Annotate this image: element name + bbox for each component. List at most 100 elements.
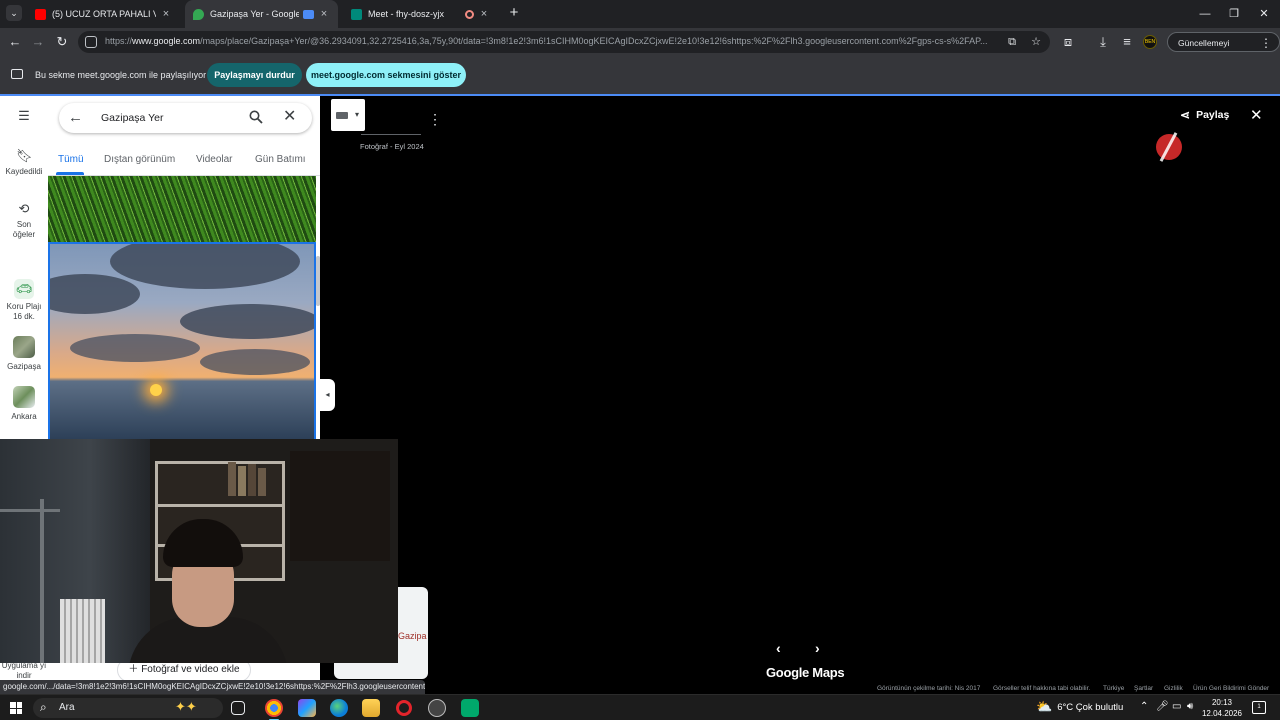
map-place-label: Gazipa bbox=[398, 631, 427, 641]
close-tab-icon[interactable]: × bbox=[478, 8, 490, 20]
tab-google-maps[interactable]: Gazipaşa Yer - Google Harit × bbox=[185, 0, 338, 28]
recent-place-koru[interactable]: 🚗︎ Koru Plajı 16 dk. bbox=[0, 279, 48, 322]
tab-title: Gazipaşa Yer - Google Harit bbox=[210, 9, 299, 19]
volume-icon[interactable]: 🔊︎ bbox=[1187, 701, 1193, 712]
update-button[interactable]: Güncellemeyi tamamla⋮ bbox=[1167, 32, 1280, 68]
back-button[interactable]: ← bbox=[5, 32, 25, 52]
photo-thumbnail-sunset-selected[interactable] bbox=[48, 242, 316, 442]
terms-link[interactable]: Şartlar bbox=[1134, 685, 1153, 692]
search-input[interactable]: Gazipaşa Yer bbox=[101, 112, 163, 124]
recent-place-ankara[interactable]: Ankara bbox=[0, 386, 48, 422]
site-info-icon[interactable] bbox=[85, 36, 97, 48]
obs-icon[interactable] bbox=[428, 699, 446, 717]
cloud-shape bbox=[200, 349, 310, 375]
media-control-icon[interactable]: ≡ bbox=[1117, 32, 1137, 52]
saved-label: Kaydedildi bbox=[5, 167, 43, 176]
meet-app-icon[interactable] bbox=[461, 699, 479, 717]
tab-exterior[interactable]: Dıştan görünüm bbox=[104, 154, 175, 165]
close-viewer-icon[interactable]: ✕ bbox=[1250, 106, 1263, 124]
cloud-shape bbox=[70, 334, 200, 362]
new-tab-button[interactable]: + bbox=[505, 4, 523, 22]
meet-icon bbox=[351, 8, 362, 20]
copilot-icon[interactable] bbox=[298, 699, 316, 717]
close-window-button[interactable]: ✕ bbox=[1249, 0, 1279, 28]
extensions-icon[interactable]: ⧈ bbox=[1058, 32, 1078, 52]
edge-icon[interactable] bbox=[330, 699, 348, 717]
close-icon[interactable]: ✕ bbox=[283, 107, 296, 127]
privacy-link[interactable]: Gizlilik bbox=[1164, 685, 1183, 692]
tab-youtube[interactable]: (5) UCUZ ORTA PAHALI VE ULTR × bbox=[27, 0, 180, 28]
collapse-panel-button[interactable]: ◂ bbox=[320, 379, 335, 411]
previous-photo-button[interactable]: ‹ bbox=[776, 640, 781, 656]
search-box[interactable]: ← Gazipaşa Yer ✕ bbox=[59, 103, 312, 133]
tab-videos[interactable]: Videolar bbox=[196, 154, 233, 165]
sharing-indicator-icon bbox=[303, 9, 314, 19]
bookmark-star-icon[interactable]: ☆ bbox=[1028, 35, 1044, 49]
next-photo-button[interactable]: › bbox=[815, 640, 820, 656]
clock[interactable]: 20:13 12.04.2026 bbox=[1200, 697, 1244, 719]
back-arrow-icon[interactable]: ← bbox=[68, 109, 83, 127]
photo-thumbnail-grass[interactable] bbox=[48, 176, 316, 242]
panel-scrollbar[interactable] bbox=[316, 256, 320, 306]
car-icon: 🚗︎ bbox=[14, 279, 34, 299]
install-app-icon[interactable]: ⧉ bbox=[1004, 35, 1020, 49]
reload-button[interactable]: ↻ bbox=[52, 32, 72, 52]
search-icon[interactable] bbox=[249, 110, 263, 124]
youtube-icon bbox=[35, 8, 46, 20]
tab-all[interactable]: Tümü bbox=[58, 154, 84, 165]
tab-sharing-bar: Bu sekme meet.google.com ile paylaşılıyo… bbox=[0, 56, 1280, 94]
feedback-link[interactable]: Ürün Geri Bildirimi Gönder bbox=[1193, 685, 1269, 692]
place-label: Ankara bbox=[11, 412, 37, 421]
task-view-icon[interactable] bbox=[231, 701, 245, 715]
opera-icon[interactable] bbox=[396, 700, 412, 716]
cloud-shape bbox=[180, 304, 314, 339]
extension-badge-icon[interactable]: BEN bbox=[1143, 35, 1157, 49]
dropdown-arrow-icon: ▾ bbox=[355, 110, 360, 119]
weather-widget[interactable]: ⛅ 6°C Çok bulutlu bbox=[1036, 699, 1123, 715]
forward-button[interactable]: → bbox=[28, 32, 48, 52]
more-options-icon[interactable]: ⋮ bbox=[428, 112, 442, 126]
file-explorer-icon[interactable] bbox=[362, 699, 380, 717]
weather-text: 6°C Çok bulutlu bbox=[1057, 701, 1124, 713]
sharing-message: Bu sekme meet.google.com ile paylaşılıyo… bbox=[35, 70, 207, 80]
share-icon: ⋖ bbox=[1180, 108, 1191, 122]
place-label: Gazipaşa bbox=[7, 362, 41, 371]
saved-button[interactable]: 🔖︎ Kaydedildi bbox=[0, 148, 48, 177]
download-app-link[interactable]: Uygulama yı indir bbox=[0, 661, 48, 681]
tab-sunset[interactable]: Gün Batımı bbox=[255, 154, 306, 165]
minimize-button[interactable]: — bbox=[1190, 0, 1220, 28]
url-text[interactable]: https://www.google.com/maps/place/Gazipa… bbox=[105, 36, 995, 46]
cloud-shape bbox=[110, 244, 300, 289]
photo-thumbnail-toggle[interactable]: ▾ bbox=[331, 99, 365, 131]
network-icon[interactable]: ▭ bbox=[1172, 701, 1181, 712]
tab-meet[interactable]: Meet - fhy-dosz-yjx × bbox=[343, 0, 498, 28]
search-icon: ⌕ bbox=[40, 700, 47, 714]
recent-place-gazipasa[interactable]: Gazipaşa bbox=[0, 336, 48, 372]
restore-button[interactable]: ❐ bbox=[1219, 0, 1249, 28]
divider bbox=[361, 134, 421, 135]
history-icon: ⟲ bbox=[18, 201, 30, 216]
notification-center-icon[interactable]: 1 bbox=[1252, 701, 1266, 714]
more-menu-icon[interactable]: ⋮ bbox=[1260, 33, 1272, 53]
show-hidden-icons-icon[interactable]: ⌃ bbox=[1140, 701, 1148, 712]
chrome-icon[interactable] bbox=[265, 699, 283, 720]
microphone-icon[interactable]: 🎤︎ bbox=[1156, 701, 1169, 712]
compass-icon[interactable] bbox=[1156, 134, 1182, 160]
tab-title: (5) UCUZ ORTA PAHALI VE ULTR bbox=[52, 9, 156, 19]
browser-toolbar: ← → ↻ https://www.google.com/maps/place/… bbox=[0, 28, 1280, 68]
close-tab-icon[interactable]: × bbox=[318, 8, 330, 20]
share-button[interactable]: ⋖ Paylaş bbox=[1180, 108, 1229, 122]
copyright-notice[interactable]: Görseller telif hakkına tabi olabilir. bbox=[993, 685, 1090, 692]
taskbar-search[interactable]: ⌕ Ara ✦✦ bbox=[33, 698, 223, 718]
start-windows-icon[interactable] bbox=[10, 702, 22, 714]
downloads-icon[interactable]: ⤓ bbox=[1093, 32, 1113, 52]
menu-button[interactable]: ☰ bbox=[0, 108, 48, 127]
recent-button[interactable]: ⟲ Son öğeler bbox=[0, 201, 48, 240]
show-meet-tab-button[interactable]: meet.google.com sekmesini göster bbox=[306, 63, 466, 87]
address-bar[interactable]: https://www.google.com/maps/place/Gazipa… bbox=[78, 31, 1050, 53]
window-frame bbox=[40, 499, 44, 663]
tab-search-menu-button[interactable]: ⌄ bbox=[6, 5, 22, 21]
close-tab-icon[interactable]: × bbox=[160, 8, 172, 20]
stop-sharing-button[interactable]: Paylaşmayı durdur bbox=[207, 63, 302, 87]
region-link[interactable]: Türkiye bbox=[1103, 685, 1124, 692]
